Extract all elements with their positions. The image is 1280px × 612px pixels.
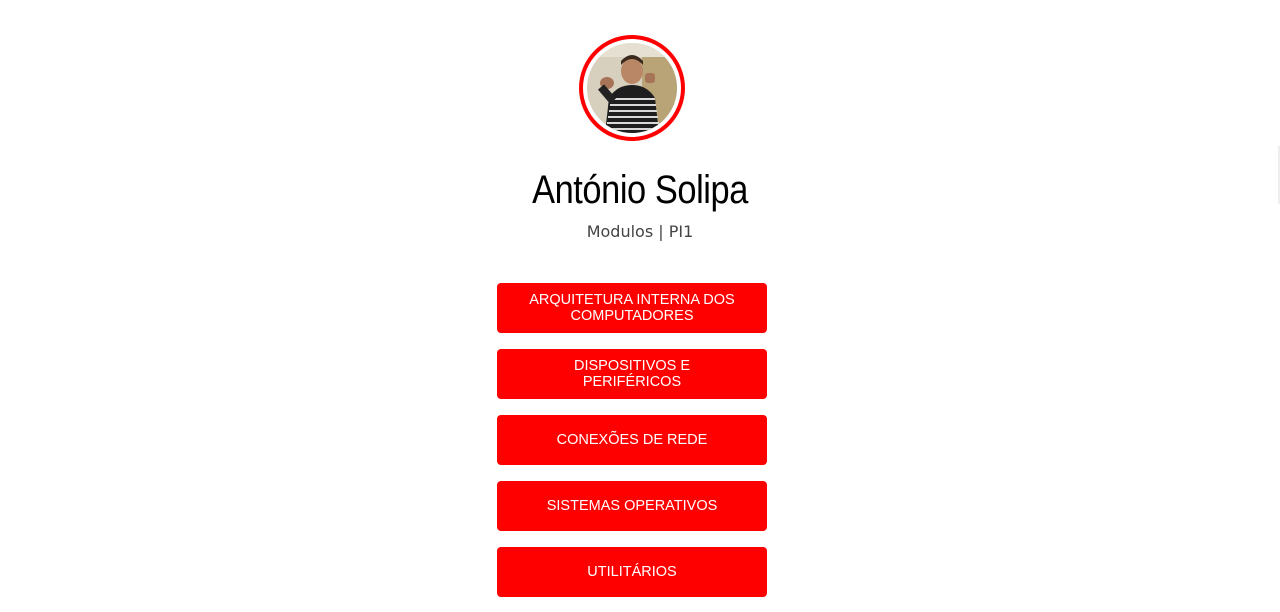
profile-subtitle: Modulos | PI1 (586, 222, 694, 241)
link-button-conexoes[interactable]: CONEXÕES DE REDE (497, 415, 767, 465)
avatar-border (583, 39, 681, 137)
avatar-photo (587, 43, 677, 133)
avatar-image (587, 43, 677, 133)
link-list: ARQUITETURA INTERNA DOS COMPUTADORES DIS… (497, 283, 767, 612)
link-button-dispositivos[interactable]: DISPOSITIVOS E PERIFÉRICOS (497, 349, 767, 399)
link-button-utilitarios[interactable]: UTILITÁRIOS (497, 547, 767, 597)
profile-page: António Solipa Modulos | PI1 ARQUITETURA… (0, 0, 1280, 612)
profile-name: António Solipa (532, 168, 748, 212)
avatar (579, 35, 685, 141)
link-button-arquitetura[interactable]: ARQUITETURA INTERNA DOS COMPUTADORES (497, 283, 767, 333)
link-button-sistemas[interactable]: SISTEMAS OPERATIVOS (497, 481, 767, 531)
